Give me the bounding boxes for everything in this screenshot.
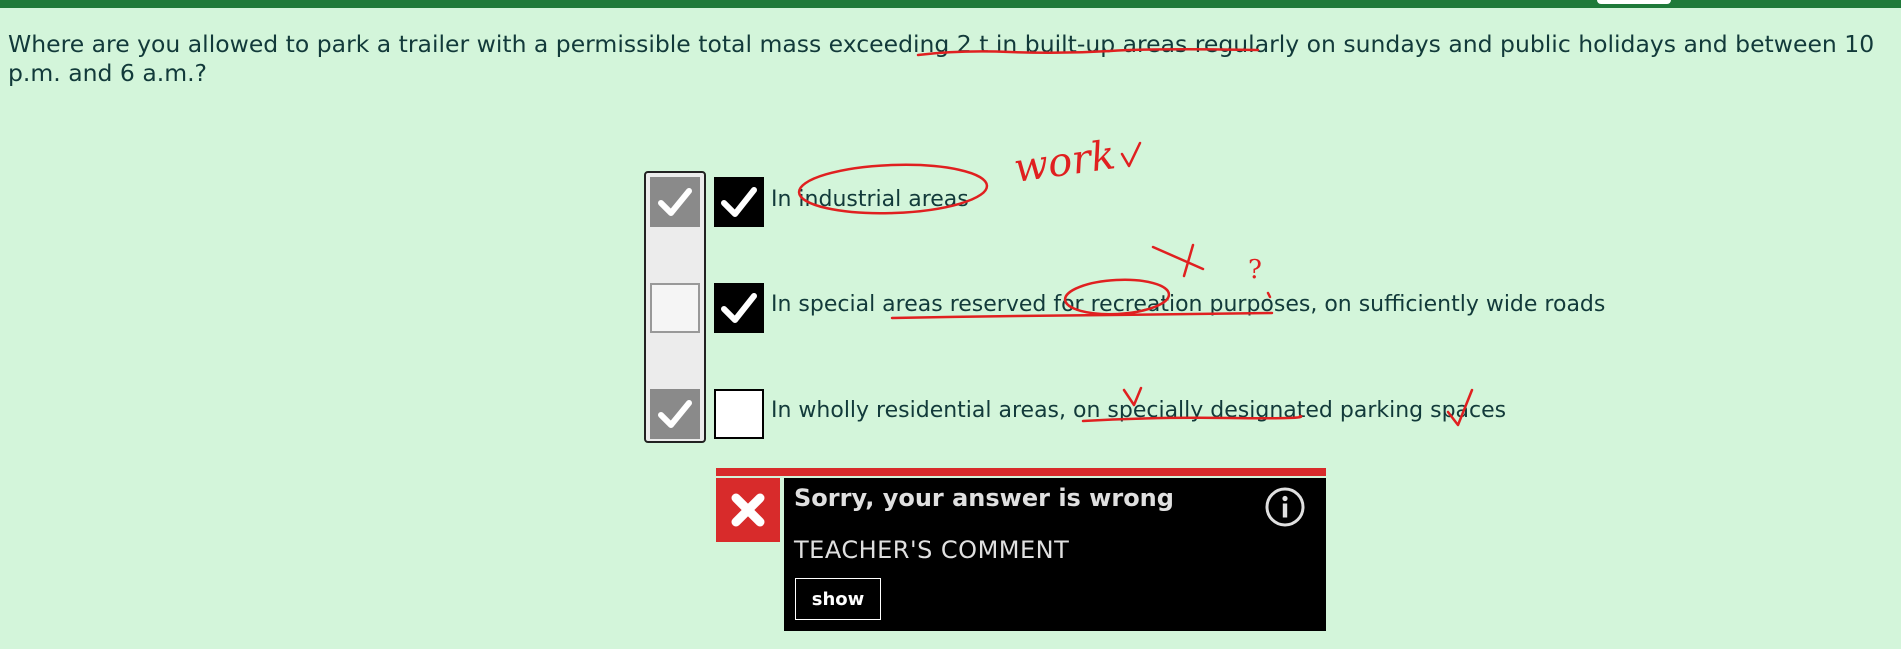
result-panel: Sorry, your answer is wrong TEACHER'S CO… — [784, 478, 1326, 631]
answer-checkbox-3[interactable] — [714, 389, 764, 439]
correct-answers-column — [644, 171, 706, 443]
close-x-icon — [731, 493, 765, 527]
answer-checkbox-1[interactable] — [714, 177, 764, 227]
answer-text-3[interactable]: In wholly residential areas, on speciall… — [771, 397, 1506, 425]
result-title: Sorry, your answer is wrong — [794, 484, 1174, 512]
info-icon[interactable] — [1264, 486, 1306, 528]
top-bar-tab[interactable] — [1597, 0, 1671, 4]
checkmark-icon — [721, 187, 757, 217]
question-text: Where are you allowed to park a trailer … — [8, 30, 1875, 87]
show-comment-button[interactable]: show — [795, 578, 881, 620]
annotation-note-work: work — [1011, 132, 1118, 192]
checkmark-icon — [658, 188, 692, 216]
correct-marker-1 — [650, 177, 700, 227]
top-bar — [0, 0, 1901, 8]
teacher-comment-label: TEACHER'S COMMENT — [794, 536, 1070, 564]
answer-checkbox-2[interactable] — [714, 283, 764, 333]
answer-text-1[interactable]: In industrial areas — [771, 186, 969, 214]
annotation-note-question: ? — [1248, 255, 1262, 285]
result-status — [716, 478, 780, 542]
correct-marker-2 — [650, 283, 700, 333]
answer-text-2[interactable]: In special areas reserved for recreation… — [771, 291, 1605, 319]
correct-marker-3 — [650, 389, 700, 439]
checkmark-icon — [658, 400, 692, 428]
checkmark-icon — [721, 293, 757, 323]
result-divider — [716, 468, 1326, 476]
